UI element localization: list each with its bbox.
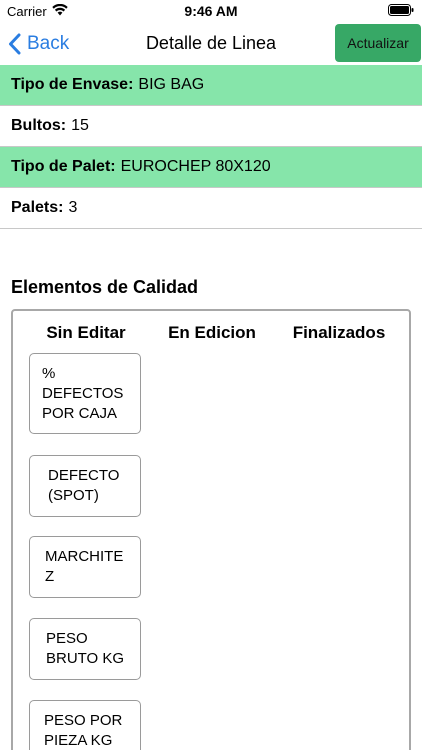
detail-value: 3 [68,199,78,216]
detail-label: Tipo de Envase: [11,76,134,93]
update-button[interactable]: Actualizar [335,24,421,62]
status-time: 9:46 AM [184,3,238,19]
detail-row-tipo-envase: Tipo de Envase: BIG BAG [0,65,422,106]
navigation-bar: Back Detalle de Linea Actualizar [0,22,422,66]
detail-value: BIG BAG [138,76,205,93]
quality-item-label: PESO BRUTO KG [46,630,125,667]
detail-row-palets: Palets: 3 [0,188,422,229]
section-title: Elementos de Calidad [11,277,199,297]
quality-item-label: % DEFECTOS POR CAJA [42,364,124,422]
status-bar: Carrier 9:46 AM [0,0,422,22]
detail-row-bultos: Bultos: 15 [0,106,422,147]
detail-label: Bultos: [11,117,67,134]
quality-item-label: MARCHITE Z [45,548,124,585]
column-header-en-edicion: En Edicion [168,323,256,342]
quality-item-card[interactable]: PESO BRUTO KG [29,618,141,680]
detail-label: Palets: [11,199,64,216]
quality-item-card[interactable]: DEFECTO (SPOT) [29,455,141,517]
detail-row-tipo-palet: Tipo de Palet: EUROCHEP 80X120 [0,147,422,188]
battery-icon [388,4,414,19]
quality-item-label: DEFECTO (SPOT) [48,467,120,504]
quality-item-card[interactable]: PESO POR PIEZA KG [29,700,141,750]
detail-value: EUROCHEP 80X120 [120,158,271,175]
detail-value: 15 [71,117,89,134]
quality-item-card[interactable]: MARCHITE Z [29,536,141,598]
quality-item-card[interactable]: % DEFECTOS POR CAJA [29,353,141,434]
column-header-sin-editar: Sin Editar [46,323,126,342]
quality-board: Sin Editar En Edicion Finalizados % DEFE… [11,309,411,750]
column-header-finalizados: Finalizados [292,323,386,342]
detail-label: Tipo de Palet: [11,158,116,175]
quality-item-label: PESO POR PIEZA KG [44,712,123,749]
